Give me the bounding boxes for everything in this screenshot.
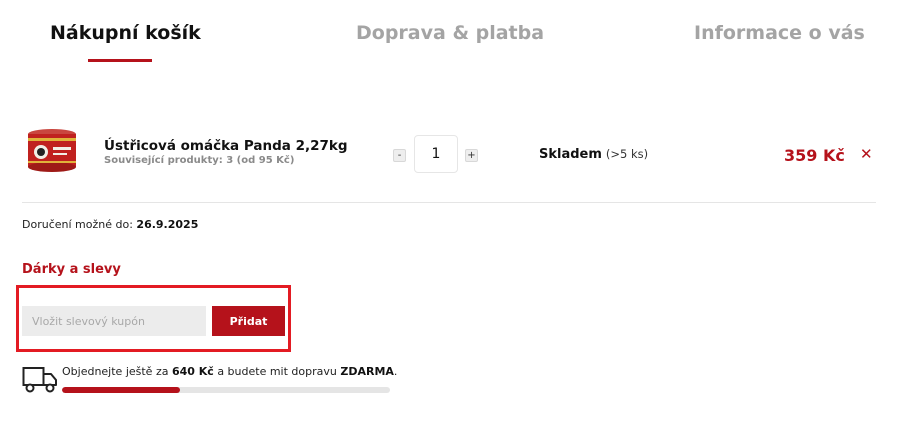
add-coupon-button[interactable]: Přidat <box>212 306 285 336</box>
shipping-text-middle: a budete mit dopravu <box>217 365 337 378</box>
cart-item-row: Ústřicová omáčka Panda 2,27kg Souvisejíc… <box>22 120 878 192</box>
shipping-text-after: . <box>393 365 398 378</box>
active-step-underline <box>88 59 152 62</box>
free-shipping-progress <box>62 387 390 393</box>
quantity-increase-button[interactable]: + <box>465 149 478 162</box>
product-can-icon[interactable] <box>26 128 78 173</box>
checkout-steps: Nákupní košík Doprava & platba Informace… <box>0 0 900 70</box>
coupon-input[interactable] <box>22 306 206 336</box>
step-customer-info[interactable]: Informace o vás <box>694 22 865 44</box>
shipping-remaining-amount: 640 Kč <box>171 365 214 378</box>
delivery-info: Doručení možné do: 26.9.2025 <box>22 218 198 231</box>
step-cart[interactable]: Nákupní košík <box>50 22 201 44</box>
related-products[interactable]: Související produkty: 3 (od 95 Kč) <box>104 155 294 166</box>
stock-status: Skladem (>5 ks) <box>539 147 648 162</box>
step-shipping-payment[interactable]: Doprava & platba <box>356 22 544 44</box>
shipping-free-label: ZDARMA <box>340 365 394 378</box>
product-name[interactable]: Ústřicová omáčka Panda 2,27kg <box>104 138 348 154</box>
gifts-discounts-title: Dárky a slevy <box>22 262 121 277</box>
free-shipping-message: Objednejte ještě za 640 Kč a budete mit … <box>62 365 397 378</box>
item-price: 359 Kč <box>784 146 845 165</box>
free-shipping-progress-fill <box>62 387 181 393</box>
shipping-text-before: Objednejte ještě za <box>62 365 169 378</box>
remove-item-icon[interactable]: ✕ <box>860 146 873 162</box>
delivery-date: 26.9.2025 <box>136 218 199 231</box>
quantity-input[interactable] <box>414 135 458 173</box>
divider <box>22 202 876 203</box>
stock-label: Skladem <box>539 147 602 162</box>
truck-icon <box>22 367 57 393</box>
quantity-decrease-button[interactable]: - <box>393 149 406 162</box>
delivery-label: Doručení možné do: <box>22 218 133 231</box>
stock-count: (>5 ks) <box>605 147 649 161</box>
